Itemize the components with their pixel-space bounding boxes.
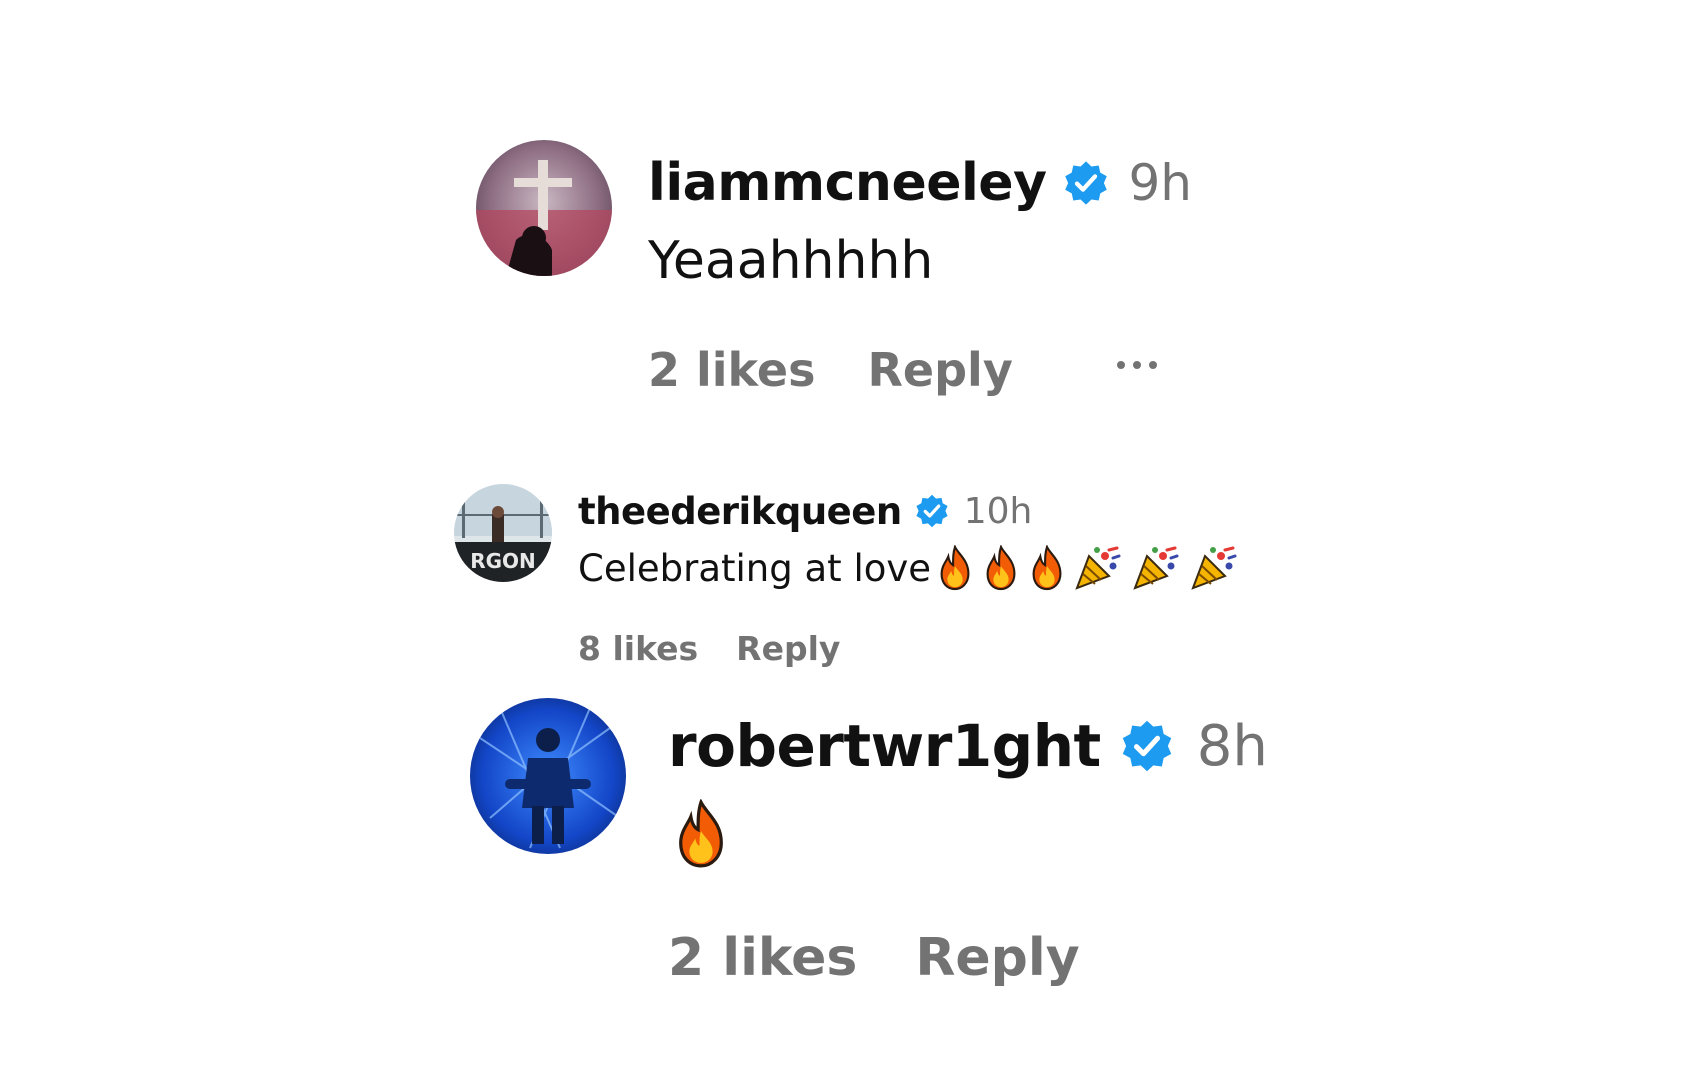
verified-badge-icon (1119, 718, 1175, 774)
reply-button[interactable]: Reply (915, 928, 1079, 988)
avatar[interactable] (470, 698, 626, 854)
avatar-photo (470, 698, 626, 854)
fire-icon (672, 798, 730, 870)
comments-feed: liammcneeley 9h Yeaahhhhh 2 likes Reply (0, 0, 1700, 1080)
likes-count[interactable]: 2 likes (668, 928, 857, 988)
comment-actions: 2 likes Reply (668, 926, 1080, 990)
comment-item: robertwr1ght 8h 2 likes Reply (0, 0, 1700, 1000)
timestamp[interactable]: 8h (1197, 714, 1268, 779)
comment-header: robertwr1ght 8h (668, 708, 1268, 784)
comment-text (672, 796, 730, 872)
username[interactable]: robertwr1ght (668, 712, 1101, 780)
